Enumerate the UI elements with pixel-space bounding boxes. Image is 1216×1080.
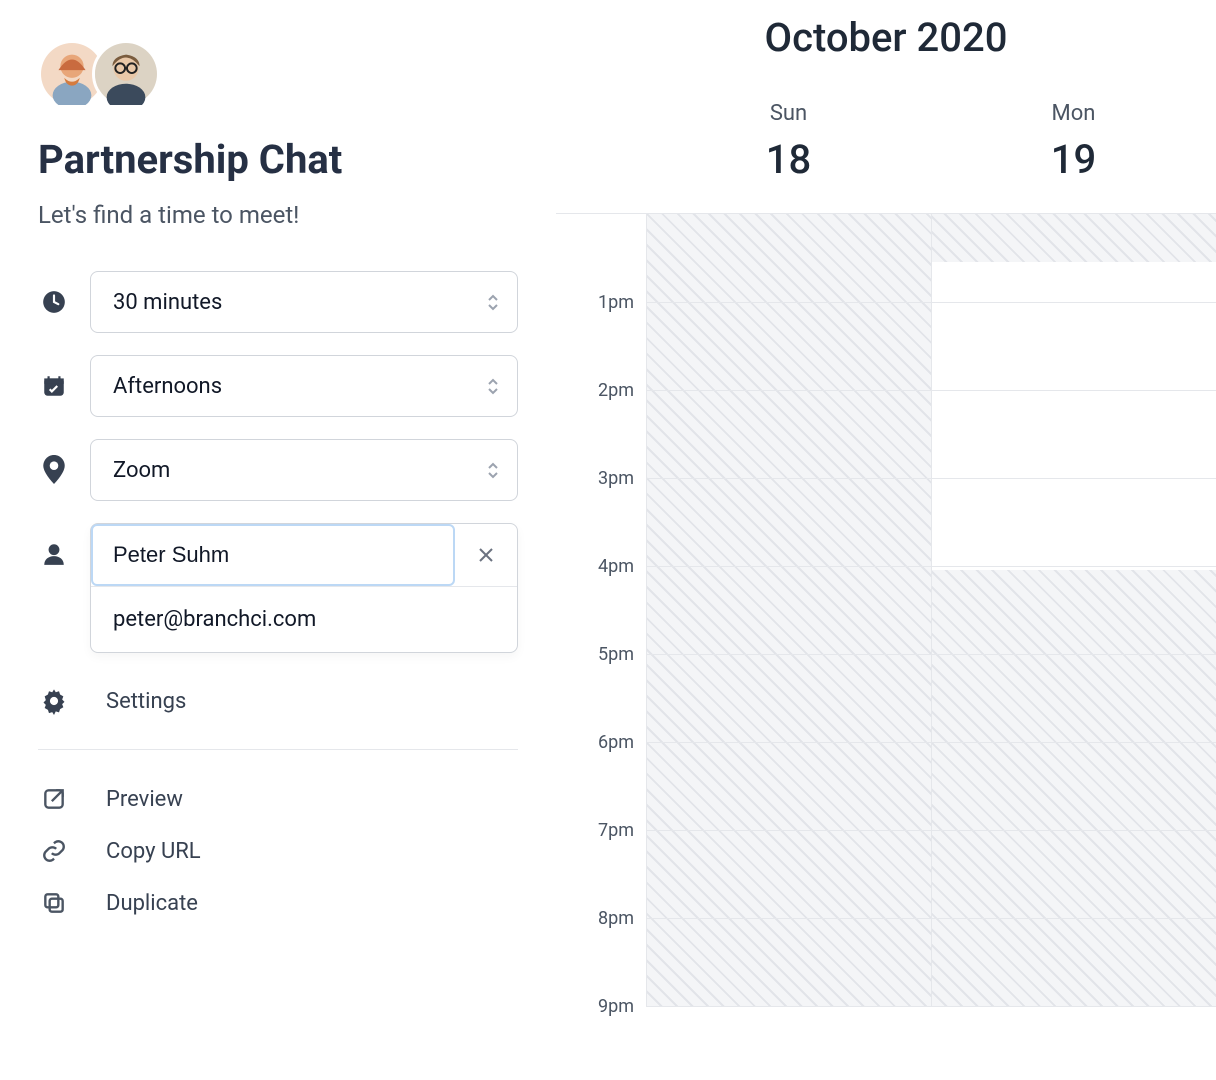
hour-label: 8pm	[556, 908, 634, 929]
link-icon	[38, 838, 70, 864]
day-header: Sun 18	[646, 101, 931, 213]
hour-label: 2pm	[556, 380, 634, 401]
location-select[interactable]: Zoom	[90, 439, 518, 501]
invitee-input[interactable]	[91, 524, 455, 586]
duplicate-label: Duplicate	[106, 891, 198, 916]
close-icon	[477, 546, 495, 564]
external-link-icon	[38, 786, 70, 812]
location-value: Zoom	[113, 458, 170, 483]
duplicate-action[interactable]: Duplicate	[38, 882, 518, 924]
meeting-title: Partnership Chat	[38, 136, 518, 183]
day-header: Mon 19	[931, 101, 1216, 213]
hour-label: 6pm	[556, 732, 634, 753]
day-name: Sun	[646, 101, 931, 126]
hour-label: 1pm	[556, 292, 634, 313]
person-icon	[38, 541, 70, 567]
duplicate-icon	[38, 890, 70, 916]
calendar-grid[interactable]: 1pm 2pm 3pm 4pm 5pm 6pm 7pm 8pm 9pm	[556, 213, 1216, 1080]
clock-icon	[38, 289, 70, 315]
day-number: 18	[646, 136, 931, 183]
chevron-up-down-icon	[487, 294, 499, 311]
busy-block	[647, 214, 931, 1006]
preview-label: Preview	[106, 787, 183, 812]
busy-block	[932, 570, 1216, 1006]
hour-label: 9pm	[556, 996, 634, 1017]
calendar-icon	[38, 373, 70, 399]
copy-url-action[interactable]: Copy URL	[38, 830, 518, 872]
settings-panel: Partnership Chat Let's find a time to me…	[0, 0, 556, 1080]
hour-label: 7pm	[556, 820, 634, 841]
avatar-group	[38, 40, 518, 108]
busy-block	[932, 214, 1216, 262]
calendar-days-header: Sun 18 Mon 19	[556, 101, 1216, 213]
chevron-up-down-icon	[487, 378, 499, 395]
hour-label: 3pm	[556, 468, 634, 489]
divider	[38, 749, 518, 750]
time-of-day-value: Afternoons	[113, 374, 222, 399]
calendar-day-column[interactable]	[646, 214, 931, 1006]
day-number: 19	[931, 136, 1216, 183]
meeting-subtitle: Let's find a time to meet!	[38, 201, 518, 229]
hour-label: 5pm	[556, 644, 634, 665]
clear-button[interactable]	[455, 524, 517, 586]
preview-action[interactable]: Preview	[38, 778, 518, 820]
calendar-day-column[interactable]	[931, 214, 1216, 1006]
invitee-suggestion[interactable]: peter@branchci.com	[91, 586, 517, 652]
day-name: Mon	[931, 101, 1216, 126]
hour-label: 4pm	[556, 556, 634, 577]
copy-url-label: Copy URL	[106, 839, 201, 864]
calendar-title: October 2020	[556, 0, 1216, 101]
gear-icon	[38, 687, 70, 715]
duration-value: 30 minutes	[113, 290, 222, 315]
avatar	[92, 40, 160, 108]
chevron-up-down-icon	[487, 462, 499, 479]
settings-link[interactable]: Settings	[38, 675, 518, 727]
duration-select[interactable]: 30 minutes	[90, 271, 518, 333]
invitee-combobox: peter@branchci.com	[90, 523, 518, 653]
settings-label: Settings	[106, 689, 186, 714]
calendar-panel: October 2020 Sun 18 Mon 19 1pm 2pm 3pm 4pm 5…	[556, 0, 1216, 1080]
time-of-day-select[interactable]: Afternoons	[90, 355, 518, 417]
location-icon	[38, 455, 70, 485]
